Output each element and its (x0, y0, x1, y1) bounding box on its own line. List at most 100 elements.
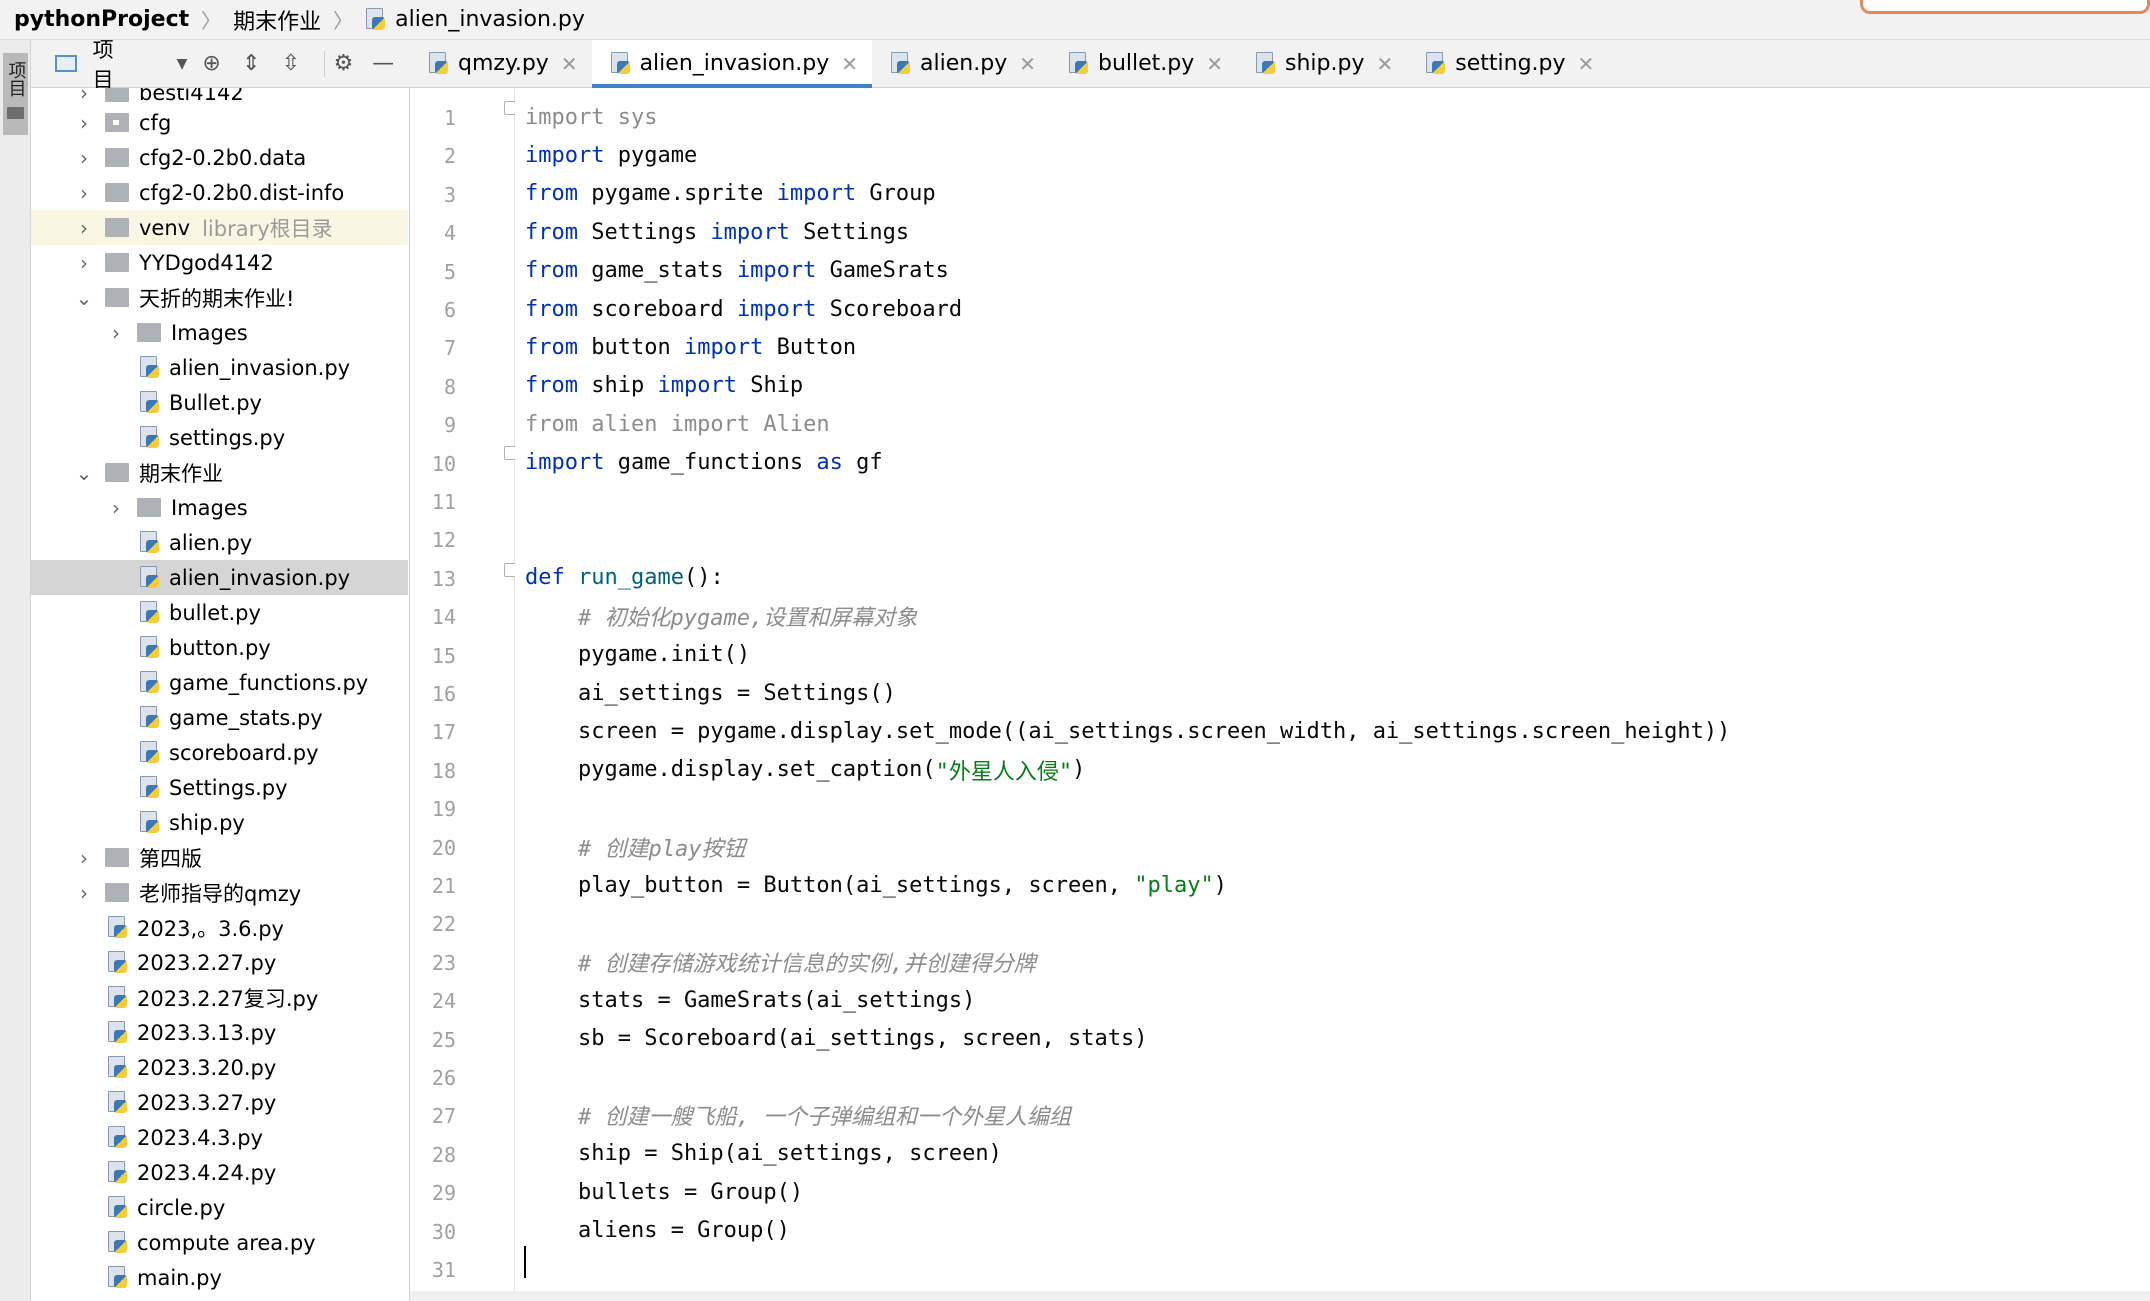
dropdown-arrow-icon[interactable]: ▼ (169, 50, 195, 78)
tree-folder-laoshi[interactable]: › 老师指导的qmzy (31, 875, 408, 910)
python-file-icon (107, 915, 129, 940)
chevron-right-icon[interactable]: › (73, 251, 95, 275)
breadcrumb-folder[interactable]: 期末作业 (233, 4, 321, 36)
tree-file[interactable]: scoreboard.py (31, 735, 408, 770)
tree-file[interactable]: game_stats.py (31, 700, 408, 735)
project-view-icon (53, 50, 79, 78)
tree-file[interactable]: 2023.3.13.py (31, 1015, 408, 1050)
project-tool-window-button[interactable]: 项目 (3, 53, 28, 135)
breadcrumb-file[interactable]: alien_invasion.py (365, 7, 585, 32)
tree-file[interactable]: 2023.3.27.py (31, 1085, 408, 1120)
tree-file[interactable]: alien.py (31, 525, 408, 560)
tree-file-selected[interactable]: alien_invasion.py (31, 560, 408, 595)
code-line: pygame.display.set_caption("外星人入侵") (525, 751, 1085, 789)
tab-qmzy[interactable]: qmzy.py ✕ (410, 40, 592, 87)
tree-folder-images[interactable]: › Images (31, 490, 408, 525)
tree-file[interactable]: main.py (31, 1260, 408, 1295)
tree-folder-cfg[interactable]: › cfg (31, 105, 408, 140)
tab-ship[interactable]: ship.py ✕ (1237, 40, 1407, 87)
close-icon[interactable]: ✕ (841, 52, 858, 76)
python-file-icon (107, 1090, 129, 1115)
breadcrumb-project[interactable]: pythonProject (14, 7, 189, 32)
tree-item-label: ship.py (169, 810, 245, 835)
tree-folder-tianzhe[interactable]: ⌄ 天折的期末作业! (31, 280, 408, 315)
collapse-all-icon[interactable]: ⇳ (278, 50, 304, 78)
close-icon[interactable]: ✕ (1578, 52, 1595, 76)
tree-folder-yydgod4142[interactable]: › YYDgod4142 (31, 245, 408, 280)
tree-file[interactable]: 2023,。3.6.py (31, 910, 408, 945)
code-line: from game_stats import GameSrats (525, 252, 949, 290)
tree-file[interactable]: alien_invasion.py (31, 350, 408, 385)
tree-file[interactable]: Bullet.py (31, 385, 408, 420)
tree-file[interactable]: bullet.py (31, 595, 408, 630)
tree-file[interactable]: 2023.3.20.py (31, 1050, 408, 1085)
tree-folder-qimo[interactable]: ⌄ 期末作业 (31, 455, 408, 490)
close-icon[interactable]: ✕ (561, 52, 578, 76)
code-editor[interactable]: import sys import pygame from pygame.sprit… (515, 88, 2150, 1301)
chevron-right-icon[interactable]: › (73, 881, 95, 905)
python-file-icon (139, 740, 161, 765)
editor-horizontal-scrollbar[interactable] (410, 1291, 2150, 1301)
code-token: "外星人入侵" (935, 759, 1073, 785)
tree-file[interactable]: circle.py (31, 1190, 408, 1225)
python-file-icon (139, 355, 161, 380)
code-token: import (683, 334, 764, 360)
chevron-down-icon[interactable]: ⌄ (73, 461, 95, 485)
close-icon[interactable]: ✕ (1206, 52, 1223, 76)
locate-target-icon[interactable]: ⊕ (199, 50, 225, 78)
project-panel-title[interactable]: 项目 (93, 34, 131, 94)
tree-folder-cfg2-dist-info[interactable]: › cfg2-0.2b0.dist-info (31, 175, 408, 210)
code-token: Group (856, 181, 936, 207)
python-file-icon (139, 425, 161, 450)
close-icon[interactable]: ✕ (1019, 52, 1036, 76)
tree-file[interactable]: compute area.py (31, 1225, 408, 1260)
chevron-right-icon[interactable]: › (73, 846, 95, 870)
line-number: 18 (431, 758, 456, 783)
tree-file[interactable]: settings.py (31, 420, 408, 455)
chevron-down-icon[interactable]: ⌄ (73, 286, 95, 310)
tree-folder-images[interactable]: › Images (31, 315, 408, 350)
tree-folder-disiban[interactable]: › 第四版 (31, 840, 408, 875)
tree-folder-cfg2-data[interactable]: › cfg2-0.2b0.data (31, 140, 408, 175)
chevron-right-icon[interactable]: › (73, 216, 95, 240)
chevron-right-icon[interactable]: › (73, 146, 95, 170)
tree-file[interactable]: button.py (31, 630, 408, 665)
chevron-right-icon[interactable]: › (105, 496, 127, 520)
python-file-icon (139, 705, 161, 730)
code-token: # 创建一艘飞船, 一个子弹编组和一个外星人编组 (577, 1105, 1071, 1131)
line-number: 4 (443, 221, 456, 246)
minimize-icon[interactable]: — (370, 50, 396, 78)
tab-alien[interactable]: alien.py ✕ (872, 40, 1050, 87)
tree-file[interactable]: 2023.4.24.py (31, 1155, 408, 1190)
tree-file[interactable]: 2023.2.27复习.py (31, 980, 408, 1015)
code-token: Scoreboard (816, 296, 963, 322)
tree-file[interactable]: 2023.4.3.py (31, 1120, 408, 1155)
code-line: bullets = Group() (525, 1173, 803, 1211)
tab-bullet[interactable]: bullet.py ✕ (1050, 40, 1237, 87)
code-token: screen = pygame.display.set_mode((ai_set… (525, 718, 1731, 744)
chevron-right-icon[interactable]: › (105, 321, 127, 345)
chevron-right-icon[interactable]: › (73, 88, 95, 105)
python-file-icon (107, 1230, 129, 1255)
expand-all-icon[interactable]: ⇕ (238, 50, 264, 78)
tree-file[interactable]: ship.py (31, 805, 408, 840)
tab-alien-invasion[interactable]: alien_invasion.py ✕ (591, 40, 873, 88)
code-line: # 创建存储游戏统计信息的实例,并创建得分牌 (525, 943, 1036, 981)
package-folder-icon (105, 113, 129, 132)
chevron-right-icon[interactable]: › (73, 181, 95, 205)
tree-file[interactable]: Settings.py (31, 770, 408, 805)
python-file-icon (139, 530, 161, 555)
tree-item-label: 2023.3.27.py (137, 1090, 277, 1115)
close-icon[interactable]: ✕ (1377, 52, 1394, 76)
chevron-right-icon[interactable]: › (73, 111, 95, 135)
tree-folder-venv[interactable]: › venv library根目录 (31, 210, 408, 245)
tree-file[interactable]: 2023.2.27.py (31, 945, 408, 980)
tab-setting[interactable]: setting.py ✕ (1407, 40, 1608, 87)
tree-item-label: settings.py (169, 425, 286, 450)
code-token: # 初始化pygame,设置和屏幕对象 (577, 606, 918, 632)
gear-icon[interactable]: ⚙ (331, 50, 357, 78)
tree-file[interactable]: game_functions.py (31, 665, 408, 700)
